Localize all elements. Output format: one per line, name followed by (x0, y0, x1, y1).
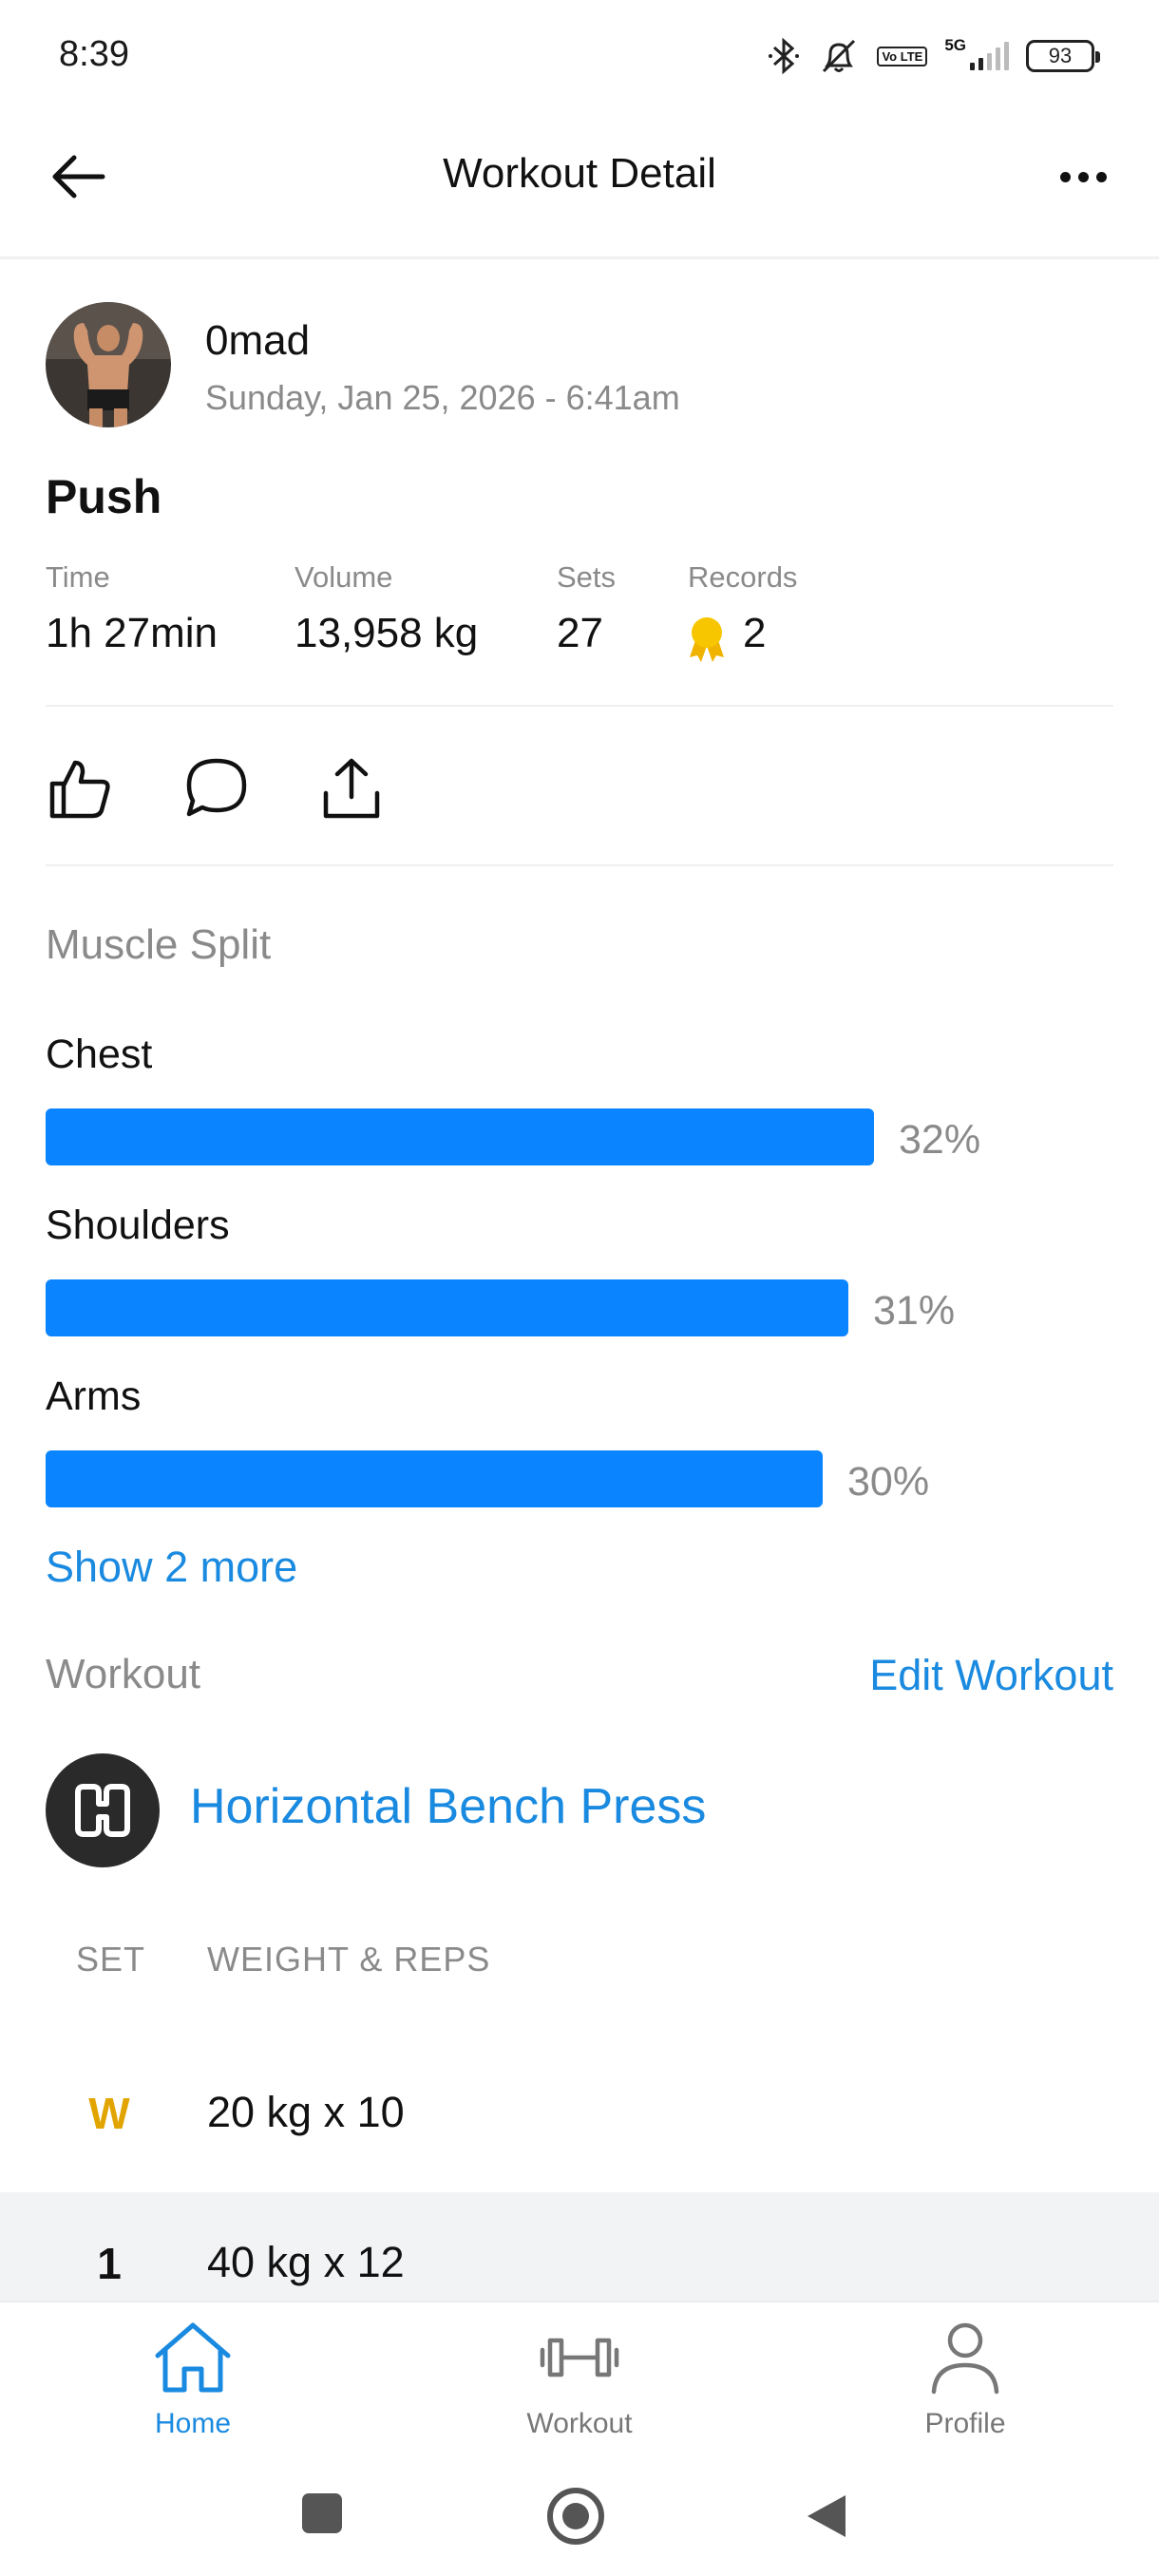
muscle-label-shoulders: Shoulders (46, 1203, 230, 1248)
muscle-bar-fill (46, 1108, 874, 1165)
stat-time-label: Time (46, 560, 110, 594)
stat-volume-label: Volume (294, 560, 393, 594)
stat-records-value: 2 (743, 610, 767, 656)
nav-home-label: Home (154, 2408, 232, 2439)
medal-icon (690, 617, 724, 662)
share-button[interactable] (314, 750, 390, 826)
stat-time-value: 1h 27min (46, 610, 218, 656)
workout-section-title: Workout (46, 1651, 201, 1697)
dumbbell-icon (540, 2338, 619, 2377)
nav-workout[interactable]: Workout (484, 2320, 674, 2440)
muscle-percent-shoulders: 31% (873, 1288, 956, 1334)
more-options-button[interactable] (1045, 142, 1121, 211)
system-navigation-bar (0, 2457, 1159, 2576)
stat-records-label: Records (688, 560, 798, 594)
set-row: W 20 kg x 10 (0, 2054, 1159, 2168)
dumbbell-logo-icon (75, 1784, 130, 1837)
stats-divider (46, 705, 1113, 707)
stat-volume-value: 13,958 kg (294, 610, 479, 656)
muscle-bar-fill (46, 1279, 848, 1336)
username[interactable]: 0mad (205, 317, 310, 365)
muted-bell-icon (823, 39, 856, 73)
set-weight-reps: 40 kg x 12 (207, 2238, 405, 2286)
thumbs-up-icon (49, 760, 110, 819)
more-dots-icon (1059, 171, 1071, 182)
set-weight-reps: 20 kg x 10 (207, 2088, 405, 2136)
muscle-percent-chest: 32% (899, 1117, 981, 1163)
set-number-warmup: W (88, 2089, 130, 2138)
profile-icon (931, 2322, 999, 2395)
nav-workout-label: Workout (526, 2408, 633, 2439)
header-divider (0, 256, 1159, 259)
home-dot-icon (562, 2503, 589, 2529)
avatar[interactable] (46, 302, 171, 427)
share-icon (323, 758, 380, 819)
like-button[interactable] (42, 750, 118, 826)
status-icons: Vo LTE 5G 93 (767, 34, 1100, 78)
set-column-header: SET (76, 1940, 146, 1979)
home-icon (155, 2322, 231, 2393)
workout-name: Push (46, 470, 162, 523)
muscle-split-title: Muscle Split (46, 921, 272, 968)
weight-reps-column-header: WEIGHT & REPS (207, 1940, 491, 1979)
page-title: Workout Detail (443, 150, 716, 197)
exercise-name[interactable]: Horizontal Bench Press (190, 1778, 706, 1835)
home-system-button[interactable] (547, 2488, 604, 2545)
actions-divider (46, 864, 1113, 866)
recents-button[interactable] (302, 2493, 342, 2533)
edit-workout-link[interactable]: Edit Workout (869, 1651, 1113, 1700)
comment-button[interactable] (179, 750, 255, 826)
show-more-link[interactable]: Show 2 more (46, 1543, 297, 1592)
stat-sets-label: Sets (557, 560, 617, 594)
set-row: 1 40 kg x 12 (0, 2192, 1159, 2306)
muscle-bar-fill (46, 1450, 823, 1507)
muscle-bar-arms (46, 1450, 1113, 1507)
comment-icon (186, 758, 247, 817)
signal-icon: 5G (944, 36, 1009, 70)
status-time: 8:39 (59, 34, 129, 74)
nav-home[interactable]: Home (98, 2320, 288, 2440)
bluetooth-icon (769, 37, 800, 75)
muscle-label-arms: Arms (46, 1373, 142, 1419)
workout-datetime: Sunday, Jan 25, 2026 - 6:41am (205, 378, 680, 417)
volte-icon: Vo LTE (877, 46, 928, 66)
stat-sets-value: 27 (557, 610, 603, 656)
muscle-percent-arms: 30% (847, 1459, 930, 1505)
back-system-button[interactable] (804, 2491, 849, 2541)
battery-icon: 93 (1026, 40, 1100, 72)
nav-profile[interactable]: Profile (870, 2320, 1060, 2440)
nav-profile-label: Profile (924, 2408, 1006, 2439)
set-number: 1 (97, 2239, 122, 2288)
bottom-navigation: Home Workout Profile (0, 2301, 1159, 2457)
exercise-thumbnail[interactable] (46, 1753, 160, 1867)
muscle-label-chest: Chest (46, 1032, 153, 1077)
